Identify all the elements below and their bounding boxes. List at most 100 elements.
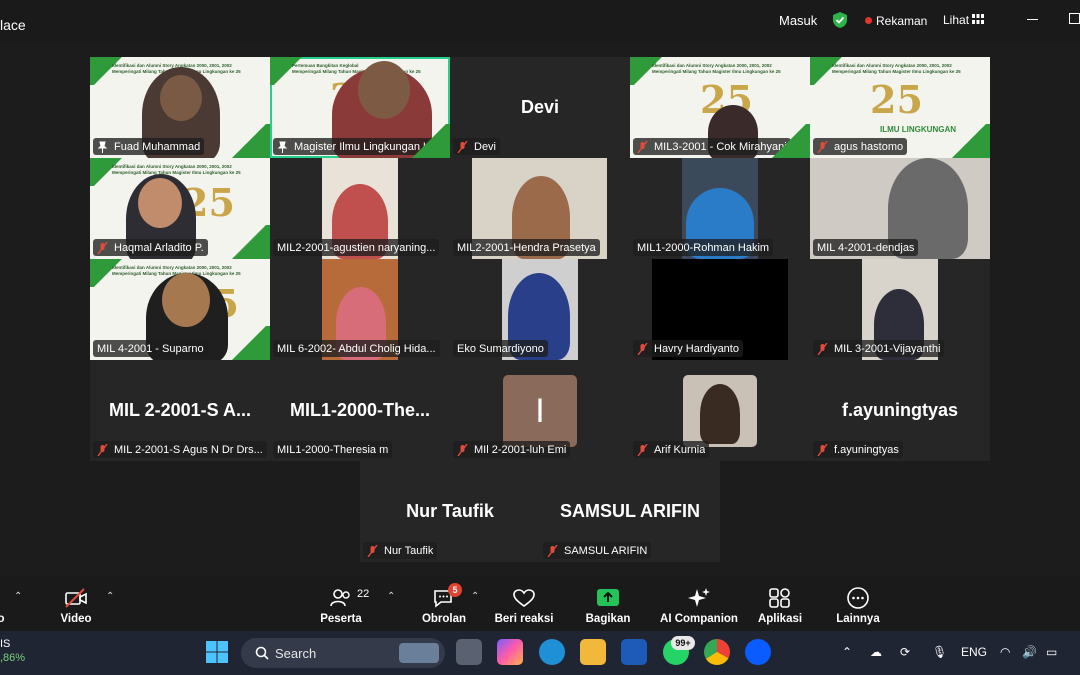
- participant-label: Eko Sumardiyono: [453, 340, 548, 357]
- participant-tile[interactable]: MIL 6-2002- Abdul Cholig Hida...: [270, 259, 450, 360]
- participant-label: SAMSUL ARIFIN: [543, 542, 652, 559]
- participant-tile[interactable]: MIL 2-2001-S A... MIL 2-2001-S Agus N Dr…: [90, 360, 270, 461]
- battery-icon[interactable]: ▭: [1046, 645, 1057, 659]
- video-button[interactable]: Video: [56, 575, 96, 631]
- participant-tile[interactable]: MIL2-2001-agustien naryaning...: [270, 158, 450, 259]
- whatsapp-badge: 99+: [671, 636, 695, 650]
- reactions-button[interactable]: Beri reaksi: [495, 575, 553, 631]
- participant-tile[interactable]: MIL 4-2001-dendjas: [810, 158, 990, 259]
- participants-button[interactable]: Peserta: [320, 575, 362, 631]
- participant-tile[interactable]: Identifikasi dan Alumni Story Angkatan 2…: [90, 57, 270, 158]
- face: [162, 273, 210, 327]
- avatar: I: [503, 375, 577, 447]
- tray-chevron-icon[interactable]: ⌃: [842, 645, 852, 659]
- participant-label: MIl 2-2001-luh Emi: [453, 441, 571, 458]
- more-icon: [847, 587, 869, 609]
- muted-mic-icon: [637, 140, 648, 153]
- security-shield-icon[interactable]: [832, 11, 848, 29]
- participant-tile[interactable]: Identifikasi dan Alumni Story Angkatan 2…: [90, 259, 270, 360]
- share-screen-button[interactable]: Bagikan: [585, 575, 631, 631]
- pin-icon: [97, 141, 108, 153]
- muted-mic-icon: [97, 241, 108, 254]
- zoom-icon[interactable]: [745, 639, 771, 665]
- apps-icon: [769, 588, 790, 608]
- participant-tile[interactable]: MIL1-2000-The... MIL1-2000-Theresia m: [270, 360, 450, 461]
- windows-start-icon[interactable]: [204, 639, 230, 665]
- sync-icon[interactable]: ⟳: [900, 645, 910, 659]
- recording-dot-icon: [865, 17, 872, 24]
- participant-tile[interactable]: Arif Kurnia: [630, 360, 810, 461]
- participant-tile[interactable]: SAMSUL ARIFIN SAMSUL ARIFIN: [540, 461, 720, 562]
- face: [160, 75, 202, 121]
- participant-tile[interactable]: Nur Taufik Nur Taufik: [360, 461, 540, 562]
- participant-tile[interactable]: Identifikasi dan Alumni Story Angkatan 2…: [810, 57, 990, 158]
- participant-label: Haqmal Arladito P.: [93, 239, 208, 256]
- onedrive-icon[interactable]: ☁: [870, 645, 882, 659]
- heart-icon: [513, 589, 535, 607]
- participants-icon: [330, 589, 350, 607]
- ai-companion-button[interactable]: AI Companion: [660, 575, 738, 631]
- chrome-icon[interactable]: [704, 639, 730, 665]
- face: [358, 61, 410, 119]
- chat-button[interactable]: Obrolan: [421, 575, 467, 631]
- participant-label: MIL 4-2001-dendjas: [813, 239, 919, 256]
- muted-mic-icon: [817, 140, 828, 153]
- participant-tile[interactable]: Eko Sumardiyono: [450, 259, 630, 360]
- minimize-button[interactable]: [1027, 19, 1038, 20]
- share-screen-icon: [597, 589, 619, 606]
- participant-label: Havry Hardiyanto: [633, 340, 743, 357]
- widget-info[interactable]: IS ,86%: [0, 637, 25, 665]
- participant-label: MIL3-2001 - Cok Mirahyani: [633, 138, 791, 155]
- task-view-icon[interactable]: [456, 639, 482, 665]
- muted-mic-icon: [97, 443, 108, 456]
- participant-tile-active-speaker[interactable]: Pertemuan Bangkitan Keglobal Memperingati…: [270, 57, 450, 158]
- video-caret-icon[interactable]: ⌃: [106, 591, 114, 602]
- participant-tile[interactable]: Devi Devi: [450, 57, 630, 158]
- taskbar-search[interactable]: Search: [241, 638, 445, 668]
- banner-text: Identifikasi dan Alumni Story Angkatan 2…: [832, 63, 961, 74]
- signin-button[interactable]: Masuk: [779, 13, 817, 28]
- participant-tile[interactable]: Identifikasi dan Alumni Story Angkatan 2…: [90, 158, 270, 259]
- participant-label: Fuad Muhammad: [93, 138, 205, 155]
- pin-icon: [277, 141, 288, 153]
- chat-badge: 5: [448, 583, 462, 597]
- microphone-icon[interactable]: 🎙: [932, 645, 947, 659]
- view-button[interactable]: Lihat: [943, 13, 969, 27]
- recording-label[interactable]: Rekaman: [876, 14, 927, 28]
- apps-button[interactable]: Aplikasi: [758, 575, 802, 631]
- participant-tile[interactable]: f.ayuningtyas f.ayuningtyas: [810, 360, 990, 461]
- volume-icon[interactable]: 🔊: [1022, 645, 1037, 659]
- audio-button[interactable]: o: [0, 575, 8, 631]
- anniversary-25: 25: [870, 77, 923, 122]
- participants-caret-icon[interactable]: ⌃: [387, 591, 395, 602]
- chat-caret-icon[interactable]: ⌃: [471, 591, 479, 602]
- participant-tile[interactable]: I MIl 2-2001-luh Emi: [450, 360, 630, 461]
- participant-tile[interactable]: MIL 3-2001-Vijayanthi: [810, 259, 990, 360]
- participant-tile[interactable]: MIL1-2000-Rohman Hakim: [630, 158, 810, 259]
- participant-label: MIL1-2000-Rohman Hakim: [633, 239, 774, 256]
- word-icon[interactable]: [621, 639, 647, 665]
- copilot-icon[interactable]: [497, 639, 523, 665]
- participant-label: MIL 4-2001 - Suparno: [93, 340, 208, 357]
- participant-tile[interactable]: Identifikasi dan Alumni Story Angkatan 2…: [630, 57, 810, 158]
- grid-view-icon[interactable]: [972, 14, 984, 24]
- participant-label: MIL1-2000-Theresia m: [273, 441, 393, 458]
- participant-tile[interactable]: MIL2-2001-Hendra Prasetya: [450, 158, 630, 259]
- search-highlight-image: [399, 643, 439, 663]
- participant-label: Devi: [453, 138, 501, 155]
- participant-label: Magister Ilmu Lingkungan U...: [273, 138, 445, 155]
- language-indicator[interactable]: ENG: [961, 645, 987, 659]
- muted-mic-icon: [457, 140, 468, 153]
- wifi-icon[interactable]: ◠: [1000, 645, 1010, 659]
- participant-label: agus hastomo: [813, 138, 908, 155]
- muted-mic-icon: [817, 443, 828, 456]
- audio-caret-icon[interactable]: ⌃: [14, 591, 22, 602]
- edge-browser-icon[interactable]: [539, 639, 565, 665]
- muted-mic-icon: [637, 342, 648, 355]
- participant-label: MIL 3-2001-Vijayanthi: [813, 340, 945, 357]
- maximize-button[interactable]: [1069, 13, 1080, 24]
- participant-tile[interactable]: Havry Hardiyanto: [630, 259, 810, 360]
- banner-text: Identifikasi dan Alumni Story Angkatan 2…: [112, 164, 241, 175]
- more-button[interactable]: Lainnya: [836, 575, 880, 631]
- file-explorer-icon[interactable]: [580, 639, 606, 665]
